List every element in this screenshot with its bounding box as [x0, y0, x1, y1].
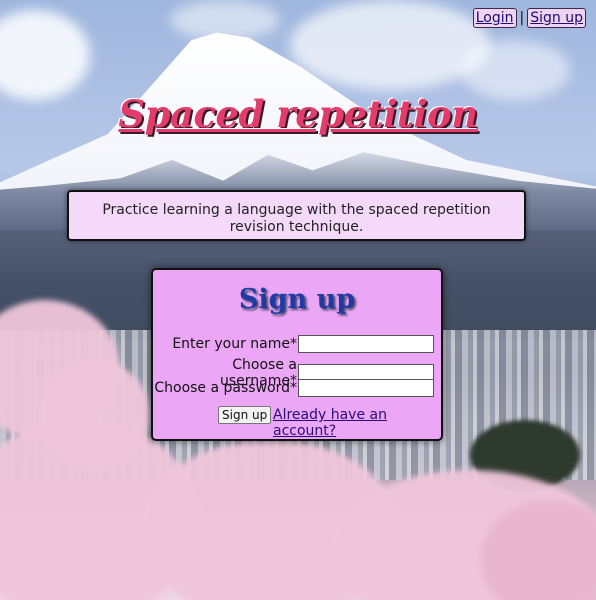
name-input[interactable]	[298, 335, 434, 353]
password-row: Choose a password*	[153, 379, 434, 397]
name-row: Enter your name*	[153, 335, 434, 353]
signup-button[interactable]: Sign up	[218, 406, 272, 424]
password-label: Choose a password*	[154, 380, 297, 396]
nav-separator: |	[519, 10, 525, 26]
password-input[interactable]	[298, 379, 434, 397]
page-title: Spaced repetition	[118, 92, 478, 136]
intro-text: Practice learning a language with the sp…	[102, 202, 491, 235]
intro-box: Practice learning a language with the sp…	[67, 190, 526, 241]
top-nav: Login | Sign up	[472, 8, 586, 28]
signup-title: Sign up	[238, 284, 356, 315]
cloud	[460, 40, 570, 100]
already-have-account-link[interactable]: Already have an account?	[273, 407, 441, 439]
signup-link[interactable]: Sign up	[527, 8, 586, 28]
login-link[interactable]: Login	[472, 8, 517, 28]
name-label: Enter your name*	[172, 336, 297, 352]
cloud	[290, 0, 490, 90]
signup-card: Sign up Enter your name* Choose a userna…	[151, 268, 443, 441]
